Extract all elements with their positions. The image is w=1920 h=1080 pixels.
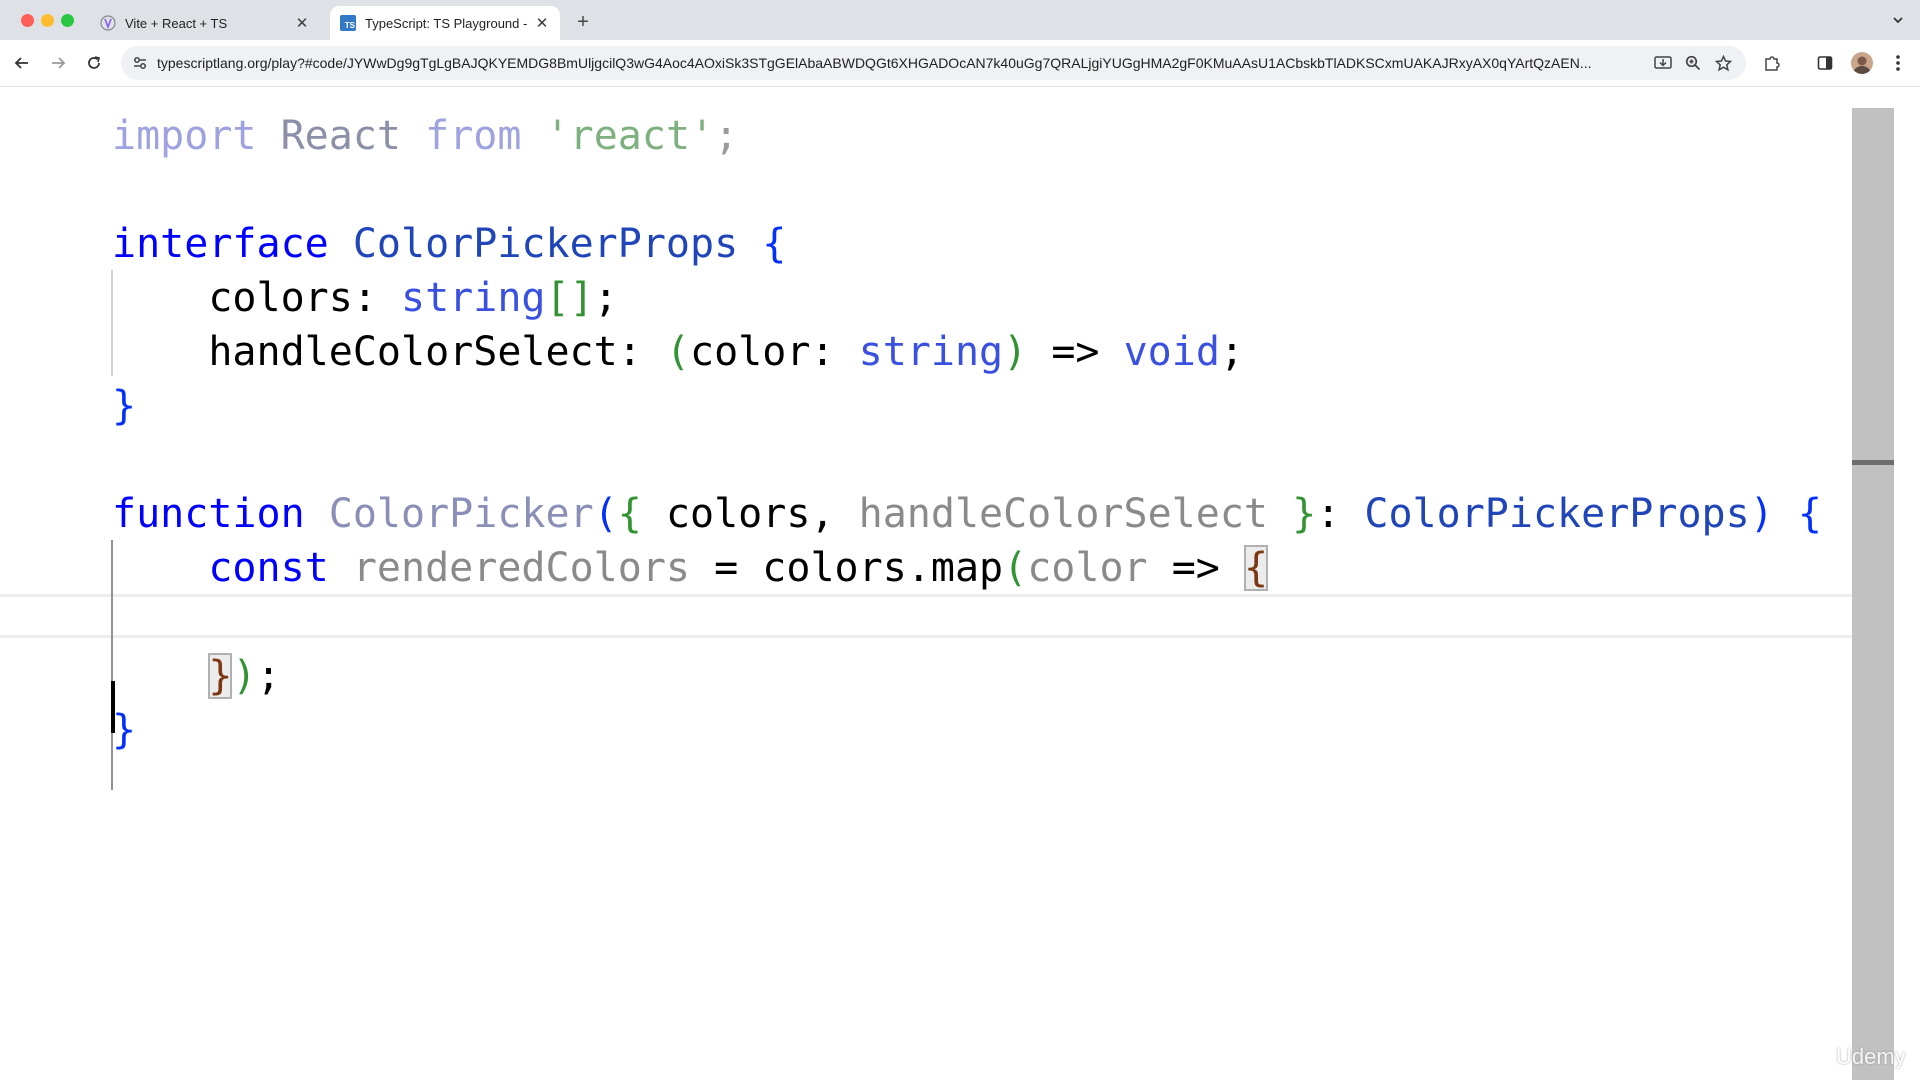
token: ( [665, 329, 691, 375]
token: : [1316, 491, 1341, 537]
code-line-6: 6 } [0, 379, 1850, 433]
close-window-button[interactable] [21, 14, 34, 27]
kebab-menu-icon [1896, 55, 1900, 71]
code-line-4: 4 colors: string[]; [0, 271, 1850, 325]
token: { [1797, 491, 1822, 537]
token: function [112, 491, 305, 537]
token: ; [593, 275, 618, 321]
install-app-icon[interactable] [1648, 49, 1678, 77]
tab-vite[interactable]: Vite + React + TS ✕ [90, 6, 320, 40]
token: string [858, 329, 1004, 375]
side-panel-icon [1817, 56, 1833, 70]
token: color [1027, 545, 1148, 591]
token: ) [232, 653, 257, 699]
token: : [352, 275, 377, 321]
close-tab-icon[interactable]: ✕ [530, 11, 554, 35]
token: ( [1003, 545, 1028, 591]
token: : [617, 329, 642, 375]
token: { [617, 491, 642, 537]
token: ( [593, 491, 618, 537]
token: ColorPickerProps [352, 221, 739, 267]
token: renderedColors [352, 545, 690, 591]
token: ColorPicker [328, 491, 594, 537]
extensions-button[interactable] [1758, 49, 1786, 77]
code-line-12: 12 } [0, 703, 1850, 757]
token: const [208, 545, 329, 591]
scrollbar-cursor-marker [1852, 460, 1894, 465]
ts-icon: TS [340, 15, 356, 31]
text-caret [111, 681, 115, 733]
tab-title: Vite + React + TS [125, 15, 228, 31]
code-line-11: 11 }); [0, 649, 1850, 703]
site-info-icon[interactable] [127, 50, 153, 76]
vite-icon [100, 15, 116, 31]
minimize-window-button[interactable] [41, 14, 54, 27]
vertical-scrollbar[interactable] [1852, 108, 1894, 1080]
token: ) [1749, 491, 1774, 537]
token: string [401, 275, 546, 321]
token: [] [545, 275, 594, 321]
token: => [1171, 545, 1220, 591]
token: } [1292, 491, 1317, 537]
chevron-down-icon [1893, 17, 1903, 24]
token: colors.map [762, 545, 1004, 591]
arrow-left-icon [14, 57, 28, 69]
token: void [1123, 329, 1220, 375]
token: ; [256, 653, 281, 699]
avatar[interactable] [1851, 52, 1873, 74]
tab-ts-playground[interactable]: TS TypeScript: TS Playground - / ✕ [330, 6, 560, 40]
code-line-10: 10 [0, 595, 1850, 649]
forward-button[interactable] [44, 49, 72, 77]
token: 'react' [545, 113, 715, 159]
token: = [714, 545, 739, 591]
matched-bracket: { [1243, 545, 1269, 591]
address-bar[interactable]: typescriptlang.org/play?#code/JYWwDg9gTg… [121, 46, 1746, 80]
tab-title: TypeScript: TS Playground - / [365, 15, 530, 31]
url-text: typescriptlang.org/play?#code/JYWwDg9gTg… [157, 55, 1592, 71]
side-panel-button[interactable] [1811, 49, 1839, 77]
code-line-1: 1 import React from 'react'; [0, 109, 1850, 163]
reload-button[interactable] [80, 49, 108, 77]
code-line-8: 8 function ColorPicker({ colors, handleC… [0, 487, 1850, 541]
token: ColorPickerProps [1364, 491, 1750, 537]
token: } [112, 707, 137, 753]
token: { [762, 221, 787, 267]
token: import [112, 113, 257, 159]
token: ) [1003, 329, 1028, 375]
browser-menu-button[interactable] [1884, 49, 1912, 77]
tab-search-button[interactable] [1884, 6, 1912, 34]
maximize-window-button[interactable] [61, 14, 74, 27]
token: : [810, 329, 835, 375]
token: } [112, 383, 137, 429]
code-line-5: 5 handleColorSelect: (color: string) => … [0, 325, 1850, 379]
close-tab-icon[interactable]: ✕ [290, 11, 314, 35]
token: colors [208, 275, 353, 321]
code-line-2: 2 [0, 163, 1850, 217]
puzzle-icon [1765, 56, 1780, 71]
arrow-right-icon [52, 57, 66, 69]
token: ; [1219, 329, 1244, 375]
token: handleColorSelect [208, 329, 618, 375]
tab-strip: Vite + React + TS ✕ TS TypeScript: TS Pl… [0, 0, 1920, 40]
token: from [425, 113, 522, 159]
token: React [280, 113, 402, 159]
token: ; [714, 113, 739, 159]
browser-toolbar: typescriptlang.org/play?#code/JYWwDg9gTg… [0, 40, 1920, 87]
bookmark-star-icon[interactable] [1708, 49, 1738, 77]
code-line-3: 3 interface ColorPickerProps { [0, 217, 1850, 271]
udemy-watermark: Udemy [1836, 1044, 1906, 1069]
new-tab-button[interactable]: + [570, 9, 596, 35]
token: colors, [665, 491, 835, 537]
code-editor[interactable]: 1 import React from 'react'; 2 3 interfa… [0, 87, 1920, 1080]
code-line-9: 9 const renderedColors = colors.map(colo… [0, 541, 1850, 595]
token: => [1051, 329, 1100, 375]
token: interface [112, 221, 329, 267]
matched-bracket: } [208, 653, 233, 699]
zoom-icon[interactable] [1678, 49, 1708, 77]
reload-icon [88, 56, 100, 69]
token: handleColorSelect [858, 491, 1269, 537]
back-button[interactable] [8, 49, 36, 77]
code-line-7: 7 [0, 433, 1850, 487]
token: color [690, 329, 811, 375]
